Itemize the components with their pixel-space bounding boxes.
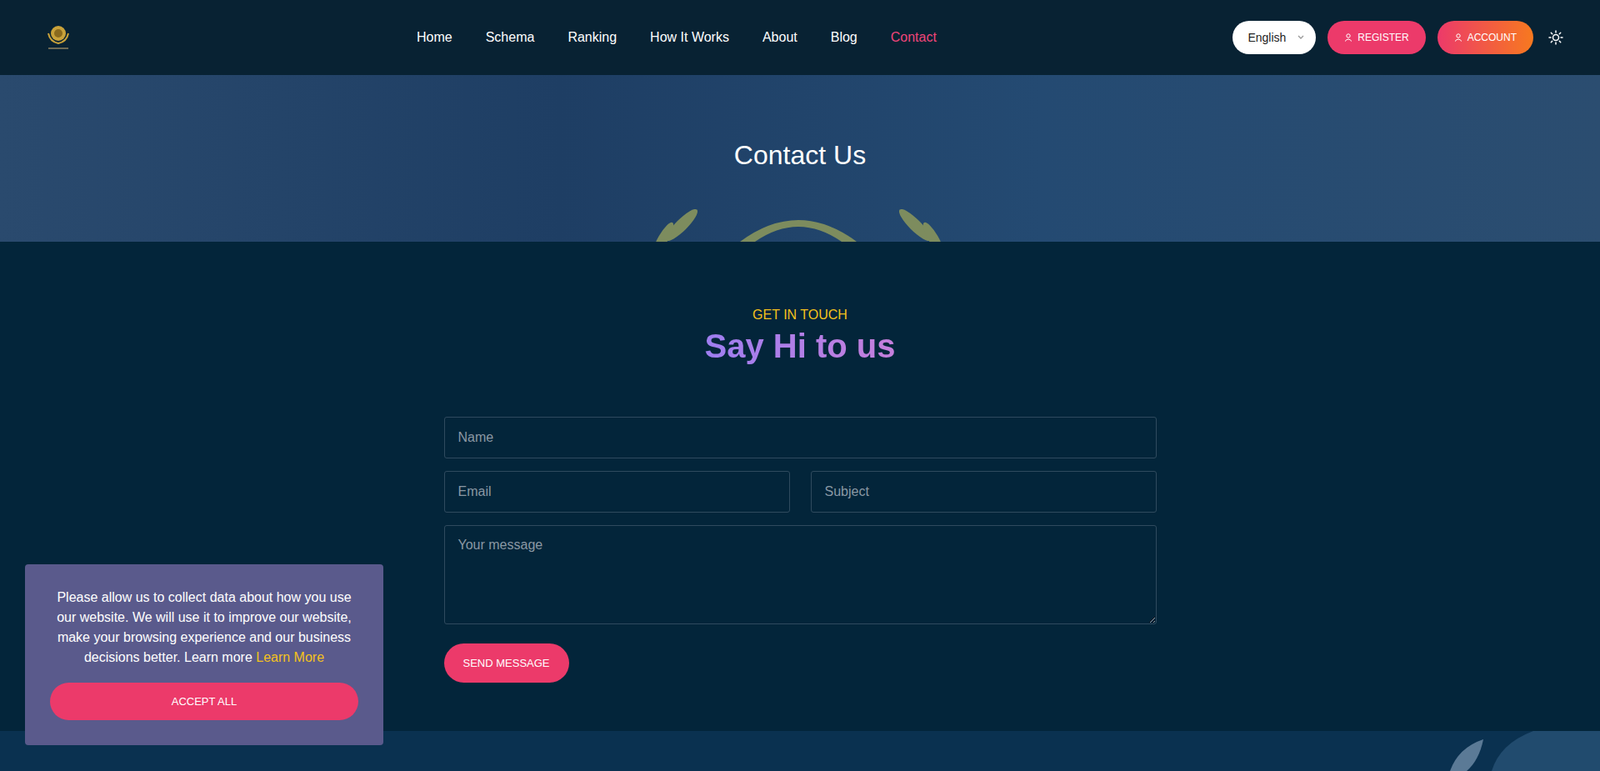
theme-toggle[interactable] [1545,26,1567,49]
chevron-down-icon [1297,35,1305,40]
section-eyebrow: GET IN TOUCH [752,307,848,323]
sun-icon [1548,30,1564,45]
register-button[interactable]: REGISTER [1327,20,1425,55]
user-icon [1344,33,1353,42]
header: Home Schema Ranking How It Works About Blog Co… [0,0,1600,75]
nav-item[interactable]: Ranking [567,30,617,45]
user-icon [1454,33,1463,42]
laurel-icon [648,200,949,242]
section-heading: Say Hi to us [705,327,896,365]
accept-button[interactable]: ACCEPT ALL [50,682,359,720]
header-actions: English REGISTER ACCOUNT [1232,20,1567,55]
learn-more-link[interactable]: Learn More [255,650,325,665]
hero-banner: Contact Us [0,75,1600,242]
contact-form: SEND MESSAGE [444,416,1157,683]
logo-icon[interactable] [41,23,75,52]
nav-item[interactable]: About [762,30,798,45]
nav-item[interactable]: Blog [830,30,858,45]
leaf-icon [1433,730,1600,771]
nav-item[interactable]: Contact [890,30,937,45]
form-row [444,470,1157,513]
nav-item[interactable]: Home [416,30,453,45]
nav-item[interactable]: Schema [485,30,535,45]
message-input[interactable] [444,525,1157,625]
cookie-text: Please allow us to collect data about ho… [50,587,359,668]
send-button[interactable]: SEND MESSAGE [444,643,570,683]
main-nav: Home Schema Ranking How It Works About Blog Co… [416,30,937,45]
account-button[interactable]: ACCOUNT [1437,20,1534,55]
page: Home Schema Ranking How It Works About Blog Co… [0,0,1600,771]
name-input[interactable] [444,416,1157,459]
language-select[interactable]: English [1232,20,1316,55]
nav-item[interactable]: How It Works [650,30,730,45]
cookie-banner: Please allow us to collect data about ho… [25,564,384,745]
subject-input[interactable] [810,470,1157,513]
email-input[interactable] [444,470,790,513]
